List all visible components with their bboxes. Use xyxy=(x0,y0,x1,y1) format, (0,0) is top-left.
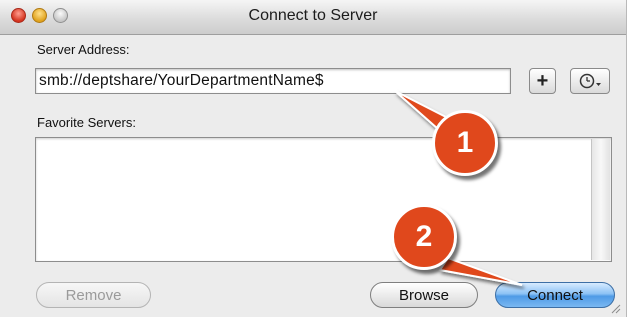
add-favorite-button[interactable]: + xyxy=(529,68,556,94)
remove-button[interactable]: Remove xyxy=(36,282,151,308)
plus-icon: + xyxy=(536,70,549,92)
favorite-servers-list[interactable] xyxy=(35,137,612,262)
callout-step-1: 1 xyxy=(432,110,498,176)
title-bar: Connect to Server xyxy=(0,0,626,35)
recent-servers-button[interactable] xyxy=(570,68,610,94)
window-title: Connect to Server xyxy=(248,7,378,24)
connect-to-server-window: Connect to Server Server Address: smb://… xyxy=(0,0,627,317)
favorites-scrollbar[interactable] xyxy=(591,139,610,260)
server-address-label: Server Address: xyxy=(37,42,130,57)
connect-button[interactable]: Connect xyxy=(495,282,615,308)
server-address-input[interactable]: smb://deptshare/YourDepartmentName$ xyxy=(35,68,511,94)
resize-grip-icon[interactable] xyxy=(611,304,621,314)
callout-step-2: 2 xyxy=(391,204,457,270)
browse-button[interactable]: Browse xyxy=(370,282,478,308)
favorite-servers-label: Favorite Servers: xyxy=(37,115,136,130)
clock-icon xyxy=(579,73,601,89)
